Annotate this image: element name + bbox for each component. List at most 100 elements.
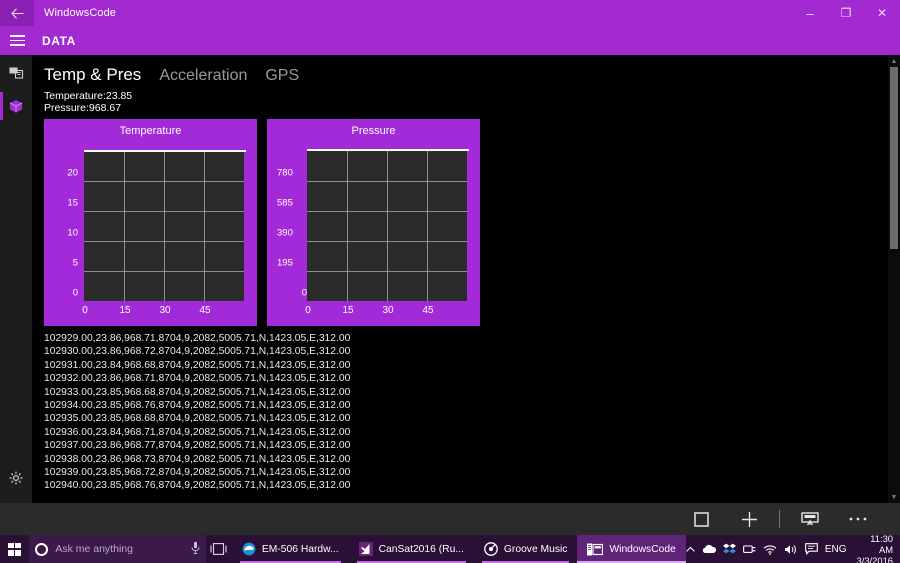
edge-icon bbox=[242, 542, 256, 556]
log-line: 102940.00,23.85,968.76,8704,9,2082,5005.… bbox=[44, 480, 351, 492]
temperature-xtick-45: 45 bbox=[199, 305, 211, 316]
ellipsis-icon[interactable] bbox=[834, 503, 882, 535]
visual-studio-icon bbox=[358, 542, 373, 556]
pin-window-icon[interactable] bbox=[786, 503, 834, 535]
pressure-chart-card: Pressure 0 195 390 585 780 0 15 30 45 bbox=[267, 119, 480, 326]
temperature-series-line bbox=[84, 150, 246, 152]
tab-gps[interactable]: GPS bbox=[265, 67, 299, 85]
taskbar-app-windowscode[interactable]: WindowsCode bbox=[577, 535, 687, 563]
groove-music-icon bbox=[484, 542, 498, 556]
clock-date: 3/3/2016 bbox=[856, 554, 894, 563]
wifi-icon[interactable] bbox=[763, 544, 777, 555]
temperature-chart-title: Temperature bbox=[119, 125, 182, 137]
data-package-icon[interactable] bbox=[0, 89, 32, 123]
temperature-ytick-0: 0 bbox=[72, 287, 78, 299]
page-title: DATA bbox=[42, 33, 76, 48]
cortana-circle-icon bbox=[35, 542, 49, 556]
temperature-xtick-0: 0 bbox=[82, 305, 88, 316]
log-line: 102938.00,23.86,968.73,8704,9,2082,5005.… bbox=[44, 453, 351, 465]
temperature-ytick-15: 15 bbox=[67, 197, 78, 209]
left-nav-rail bbox=[0, 55, 32, 503]
log-line: 102933.00,23.85,968.68,8704,9,2082,5005.… bbox=[44, 386, 351, 398]
onedrive-icon[interactable] bbox=[702, 544, 716, 554]
chevron-up-icon[interactable] bbox=[686, 546, 695, 553]
pressure-xtick-0: 0 bbox=[305, 305, 311, 316]
taskbar-app-edge[interactable]: EM-506 Hardw... bbox=[232, 535, 349, 563]
temperature-ytick-10: 10 bbox=[67, 227, 78, 239]
taskbar-app-label: EM-506 Hardw... bbox=[261, 543, 339, 555]
windowscode-icon bbox=[587, 543, 604, 555]
clock[interactable]: 11:30 AM 3/3/2016 bbox=[854, 533, 894, 563]
log-line: 102936.00,23.84,968.71,8704,9,2082,5005.… bbox=[44, 426, 351, 438]
pressure-plot bbox=[307, 151, 467, 301]
temperature-plot bbox=[84, 151, 244, 301]
temperature-chart-card: Temperature 0 5 10 15 20 0 15 30 45 bbox=[44, 119, 257, 326]
telemetry-log: 102929.00,23.86,968.71,8704,9,2082,5005.… bbox=[32, 326, 888, 493]
app-window: WindowsCode – ❐ ✕ DATA Temp & Pres Accel… bbox=[0, 0, 900, 563]
pressure-ytick-390: 390 bbox=[277, 227, 293, 239]
settings-gear-button[interactable] bbox=[0, 461, 32, 495]
vertical-scrollbar[interactable]: ▲ ▼ bbox=[888, 55, 900, 503]
window-title: WindowsCode bbox=[44, 7, 117, 19]
system-tray: ENG 11:30 AM 3/3/2016 bbox=[686, 533, 900, 563]
hamburger-menu-icon[interactable] bbox=[0, 26, 34, 55]
log-line: 102929.00,23.86,968.71,8704,9,2082,5005.… bbox=[44, 333, 351, 344]
stop-square-icon[interactable] bbox=[677, 503, 725, 535]
bluetooth-icon[interactable] bbox=[742, 544, 756, 555]
pressure-ytick-195: 195 bbox=[277, 257, 293, 269]
microphone-icon[interactable] bbox=[191, 541, 200, 557]
app-bottom-bar bbox=[0, 503, 900, 535]
toolbar-divider bbox=[779, 510, 780, 528]
log-line: 102932.00,23.86,968.71,8704,9,2082,5005.… bbox=[44, 373, 351, 385]
chevron-down-icon[interactable]: ▼ bbox=[888, 491, 900, 503]
tab-temp-pres[interactable]: Temp & Pres bbox=[44, 65, 141, 85]
pressure-xtick-45: 45 bbox=[422, 305, 434, 316]
dropbox-icon[interactable] bbox=[722, 543, 736, 555]
temperature-xtick-30: 30 bbox=[159, 305, 171, 316]
tab-bar: Temp & Pres Acceleration GPS bbox=[32, 55, 888, 85]
plus-icon[interactable] bbox=[725, 503, 773, 535]
taskbar-app-cansat2016[interactable]: CanSat2016 (Ru... bbox=[349, 535, 474, 563]
windows-start-icon[interactable] bbox=[0, 535, 30, 563]
log-line: 102939.00,23.85,968.72,8704,9,2082,5005.… bbox=[44, 467, 351, 479]
scrollbar-thumb[interactable] bbox=[890, 67, 898, 249]
pressure-plot-area: 0 195 390 585 780 0 15 30 45 bbox=[267, 143, 480, 326]
close-button[interactable]: ✕ bbox=[864, 0, 900, 26]
main-content: Temp & Pres Acceleration GPS Temperature… bbox=[32, 55, 888, 503]
maximize-restore-button[interactable]: ❐ bbox=[828, 0, 864, 26]
pressure-ytick-0: 0 bbox=[301, 287, 307, 299]
pressure-xtick-30: 30 bbox=[382, 305, 394, 316]
chevron-up-icon[interactable]: ▲ bbox=[888, 55, 900, 67]
volume-icon[interactable] bbox=[784, 544, 798, 555]
log-line: 102931.00,23.84,968.68,8704,9,2082,5005.… bbox=[44, 359, 351, 371]
pressure-xtick-15: 15 bbox=[342, 305, 354, 316]
app-header: DATA bbox=[0, 26, 900, 55]
pressure-chart-title: Pressure bbox=[351, 125, 396, 137]
tab-acceleration[interactable]: Acceleration bbox=[159, 67, 247, 85]
pressure-ytick-780: 780 bbox=[277, 167, 293, 179]
taskbar-app-groove-music[interactable]: Groove Music bbox=[474, 535, 578, 563]
title-bar: WindowsCode – ❐ ✕ bbox=[0, 0, 900, 26]
temperature-plot-area: 0 5 10 15 20 0 15 30 45 bbox=[44, 143, 257, 326]
back-arrow-icon[interactable] bbox=[0, 0, 34, 26]
windows-taskbar: Ask me anything EM-506 Hardw... CanSat20… bbox=[0, 533, 900, 563]
minimize-button[interactable]: – bbox=[792, 0, 828, 26]
pressure-readout: Pressure:968.67 bbox=[44, 102, 122, 114]
language-indicator[interactable]: ENG bbox=[825, 544, 847, 555]
sensor-readouts: Temperature:23.85 Pressure:968.67 bbox=[32, 85, 888, 117]
gear-icon bbox=[9, 471, 23, 485]
pressure-ytick-585: 585 bbox=[277, 197, 293, 209]
search-input[interactable]: Ask me anything bbox=[29, 535, 206, 563]
temperature-ytick-5: 5 bbox=[72, 257, 78, 269]
temperature-xtick-15: 15 bbox=[119, 305, 131, 316]
log-line: 102935.00,23.85,968.68,8704,9,2082,5005.… bbox=[44, 413, 351, 425]
taskbar-app-label: Groove Music bbox=[503, 543, 568, 555]
log-line: 102930.00,23.86,968.72,8704,9,2082,5005.… bbox=[44, 346, 351, 358]
connect-device-icon[interactable] bbox=[0, 55, 32, 89]
log-line: 102934.00,23.85,968.76,8704,9,2082,5005.… bbox=[44, 400, 351, 412]
task-view-icon[interactable] bbox=[206, 535, 232, 563]
taskbar-app-label: CanSat2016 (Ru... bbox=[378, 543, 464, 555]
taskbar-app-label: WindowsCode bbox=[609, 543, 676, 555]
temperature-ytick-20: 20 bbox=[67, 167, 78, 179]
action-center-icon[interactable] bbox=[804, 543, 818, 555]
